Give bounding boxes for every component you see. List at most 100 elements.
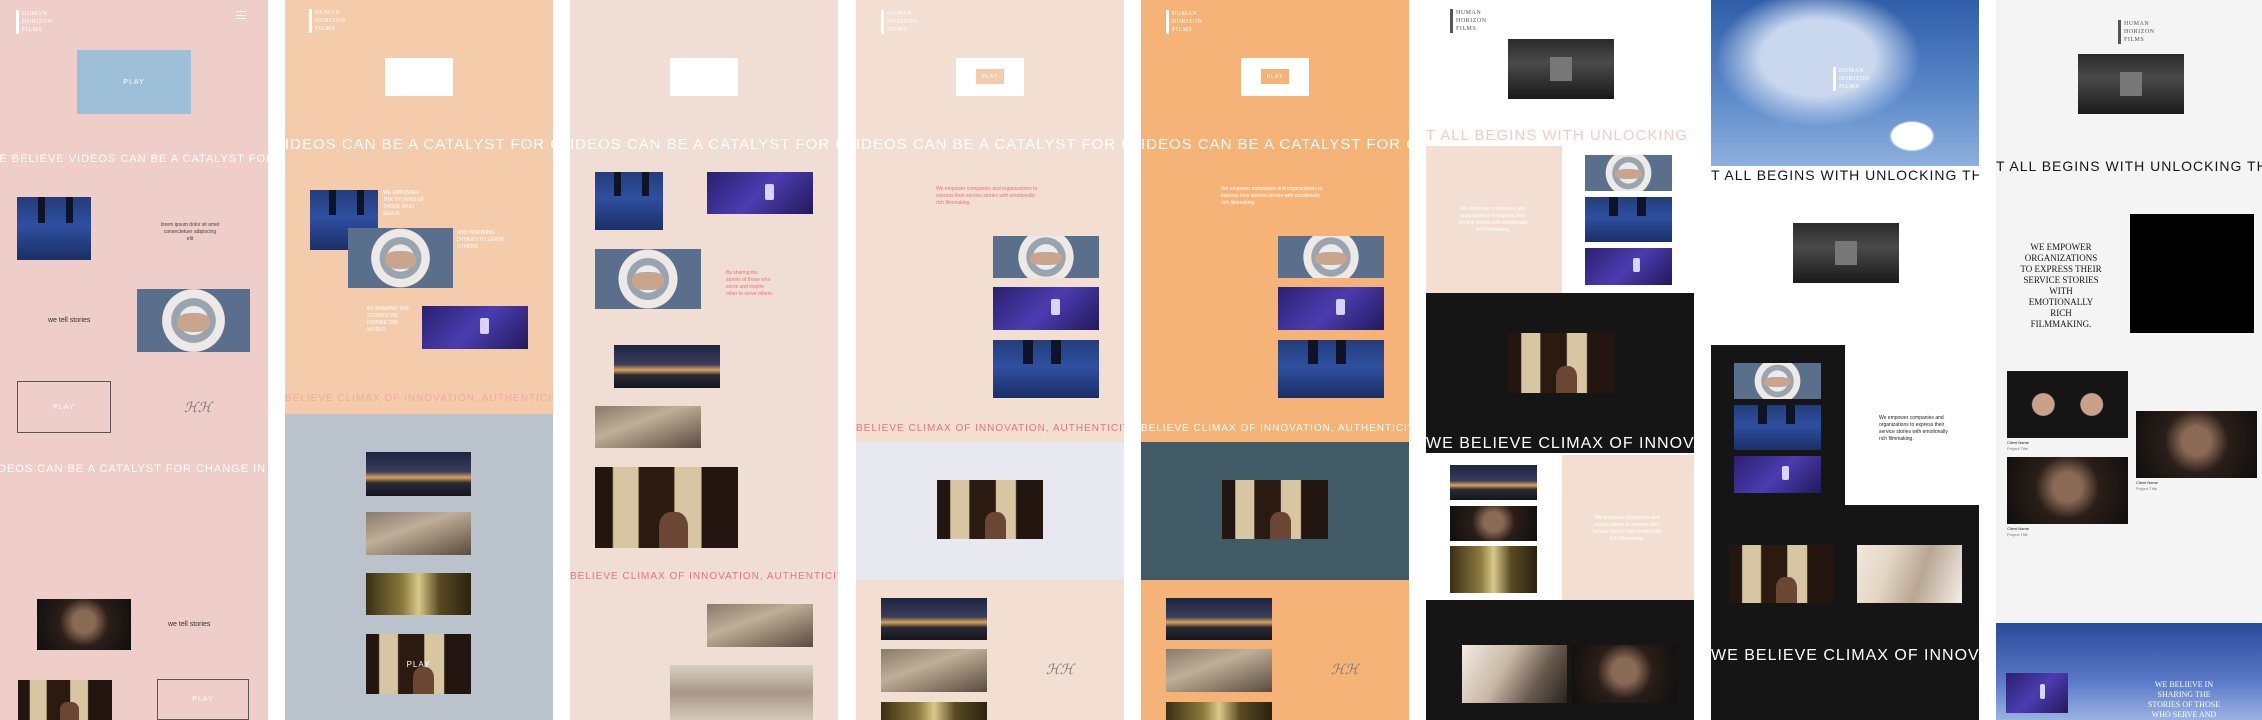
photo-portrait — [37, 599, 131, 650]
photo-rays — [1857, 545, 1962, 603]
banner-videos: IDEOS CAN BE A CATALYST FOR CH — [570, 136, 838, 153]
play-outline-button-2[interactable]: PLAY — [157, 679, 249, 720]
photo-portrait — [1450, 506, 1537, 541]
caption-role-1: Project Title — [2007, 446, 2028, 451]
photo-lamp — [1450, 546, 1537, 593]
logo[interactable]: HUMAN HORIZON FILMS — [881, 10, 917, 34]
banner-videos: IDEOS CAN BE A CATALYST FOR CH — [285, 136, 553, 153]
empower-heading: WE EMPOWER ORGANIZATIONS TO EXPRESS THEI… — [2020, 242, 2102, 329]
photo-window — [18, 680, 112, 720]
signature-mark: ℋℋ — [1331, 663, 1359, 678]
caption-role-2: Project Title — [2136, 486, 2157, 491]
logo[interactable]: HUMAN HORIZON FILMS — [16, 10, 52, 34]
photo-water — [1278, 340, 1384, 398]
empower-text: We empower companies and organizations t… — [1879, 415, 1948, 442]
panel-4: HUMAN HORIZON FILMS PLAY IDEOS CAN BE A CA… — [856, 0, 1124, 720]
photo-water — [1585, 197, 1672, 242]
photo-hands — [2007, 371, 2128, 438]
photo-purple — [1278, 287, 1384, 330]
logo[interactable]: HUMAN HORIZON FILMS — [2118, 20, 2154, 44]
sand-card: We empower companies and organizations t… — [1426, 146, 1562, 293]
photo-window — [1222, 480, 1328, 539]
photo-astronaut — [993, 236, 1099, 278]
dark-section — [1711, 505, 1979, 720]
lorem-text: lorem ipsum dolor sit amet consectetuer … — [160, 222, 220, 242]
panel-3: IDEOS CAN BE A CATALYST FOR CH By sharin… — [570, 0, 838, 720]
photo-portrait — [2136, 411, 2257, 478]
lavender-section — [856, 442, 1124, 580]
photo-bed — [881, 649, 987, 692]
photo-city — [1450, 465, 1537, 500]
signature-mark: ℋℋ — [184, 401, 212, 416]
banner-climax: WE BELIEVE CLIMAX OF INNOVATIO — [1426, 435, 1694, 452]
video-placeholder[interactable]: PLAY — [1241, 58, 1309, 96]
steel-section: PLAY — [285, 414, 553, 720]
dark-section-2 — [1426, 600, 1694, 720]
caption-role-3: Project Title — [2007, 532, 2028, 537]
story-text-2: AND INSPIRING OTHERS TO SERVE OTHERS — [457, 230, 505, 250]
dark-section — [1426, 293, 1694, 453]
photo-astronaut — [137, 289, 250, 352]
sharing-heading: WE BELIEVE IN SHARING THE STORIES OF THO… — [2147, 680, 2221, 719]
logo[interactable]: HUMAN HORIZON FILMS — [309, 9, 345, 33]
photo-purple — [993, 287, 1099, 330]
play-outline-button[interactable]: PLAY — [17, 381, 111, 433]
empower-text: We empower companies and organizations t… — [1221, 186, 1323, 206]
hamburger-icon[interactable] — [236, 11, 246, 19]
photo-portrait-2 — [1572, 645, 1677, 703]
banner-climax: BELIEVE CLIMAX OF INNOVATION, AUTHENTICI… — [570, 571, 838, 582]
dark-card — [1711, 345, 1845, 505]
play-button[interactable]: PLAY — [976, 69, 1004, 84]
photo-water-feet — [17, 197, 91, 260]
video-placeholder[interactable]: PLAY — [956, 58, 1024, 96]
photo-window — [595, 467, 738, 548]
photo-city-lights — [881, 598, 987, 640]
photo-studio — [1793, 223, 1899, 283]
photo-water — [993, 340, 1099, 398]
play-button[interactable]: PLAY — [77, 50, 191, 114]
blue-hero: WE BELIEVE IN SHARING THE STORIES OF THO… — [1996, 623, 2262, 720]
signature-mark: ℋℋ — [1046, 663, 1074, 678]
empower-text-2: We empower companies and organizations t… — [1592, 515, 1662, 542]
banner-climax: BELIEVE CLIMAX OF INNOVATION, AUTHENTICI… — [1141, 423, 1409, 434]
banner-videos: WE BELIEVE VIDEOS CAN BE A CATALYST FOR … — [0, 153, 268, 165]
design-board: HUMANHORIZONFILMS PLAY WE BELIEVE VIDEOS… — [0, 0, 2262, 720]
logo[interactable]: HUMAN HORIZON FILMS — [1450, 9, 1486, 33]
panel-1: HUMANHORIZONFILMS PLAY WE BELIEVE VIDEOS… — [0, 0, 268, 720]
banner-videos: IDEOS CAN BE A CATALYST FOR CH — [856, 136, 1124, 153]
black-video-block[interactable] — [2130, 214, 2254, 333]
banner-unlocking: T ALL BEGINS WITH UNLOCKING THE STO — [1996, 158, 2262, 174]
video-placeholder[interactable] — [670, 58, 738, 96]
photo-water — [1734, 405, 1821, 450]
empower-text: We empower companies and organizations t… — [1458, 206, 1528, 233]
sky-hero: HUMAN HORIZON FILMS — [1711, 0, 1979, 166]
panel-5: HUMAN HORIZON FILMS PLAY IDEOS CAN BE A CA… — [1141, 0, 1409, 720]
photo-portrait-2 — [2007, 457, 2128, 524]
photo-lamp — [881, 702, 987, 720]
photo-astronaut — [1585, 155, 1672, 191]
we-tell-stories-text-2: we tell stories — [168, 621, 211, 628]
photo-astronaut — [595, 249, 701, 309]
photo-bed — [595, 406, 701, 448]
photo-astronaut — [1278, 236, 1384, 278]
logo[interactable]: HUMAN HORIZON FILMS — [1833, 67, 1869, 91]
story-text-3: BY SHARING THE STORIES WE INSPIRE THE WO… — [367, 306, 410, 333]
banner-videos: IDEOS CAN BE A CATALYST FOR CH — [1141, 136, 1409, 153]
banner-climax: BELIEVE CLIMAX OF INNOVATION, AUTHENTICI… — [285, 393, 553, 404]
story-text-1: WE EMPOWER THE STORIES OF THOSE WHO SERV… — [383, 190, 425, 217]
play-button[interactable]: PLAY — [366, 654, 471, 674]
panel-8: HUMAN HORIZON FILMS T ALL BEGINS WITH UNLO… — [1996, 0, 2262, 720]
logo[interactable]: HUMAN HORIZON FILMS — [1166, 10, 1202, 34]
by-sharing-text: By sharing the stories of those who serv… — [726, 270, 774, 297]
video-placeholder[interactable] — [385, 58, 453, 96]
banner-unlocking: T ALL BEGINS WITH UNLOCKING TH — [1426, 127, 1694, 144]
play-button[interactable]: PLAY — [1261, 69, 1289, 84]
photo-room — [670, 665, 813, 720]
photo-window — [937, 480, 1043, 539]
photo-city-lights — [614, 345, 720, 388]
photo-purple — [422, 306, 528, 349]
photo-city-lights — [366, 452, 471, 496]
photo-bed — [366, 512, 471, 555]
photo-bed-2 — [707, 604, 813, 647]
we-tell-stories-text: we tell stories — [48, 317, 91, 324]
